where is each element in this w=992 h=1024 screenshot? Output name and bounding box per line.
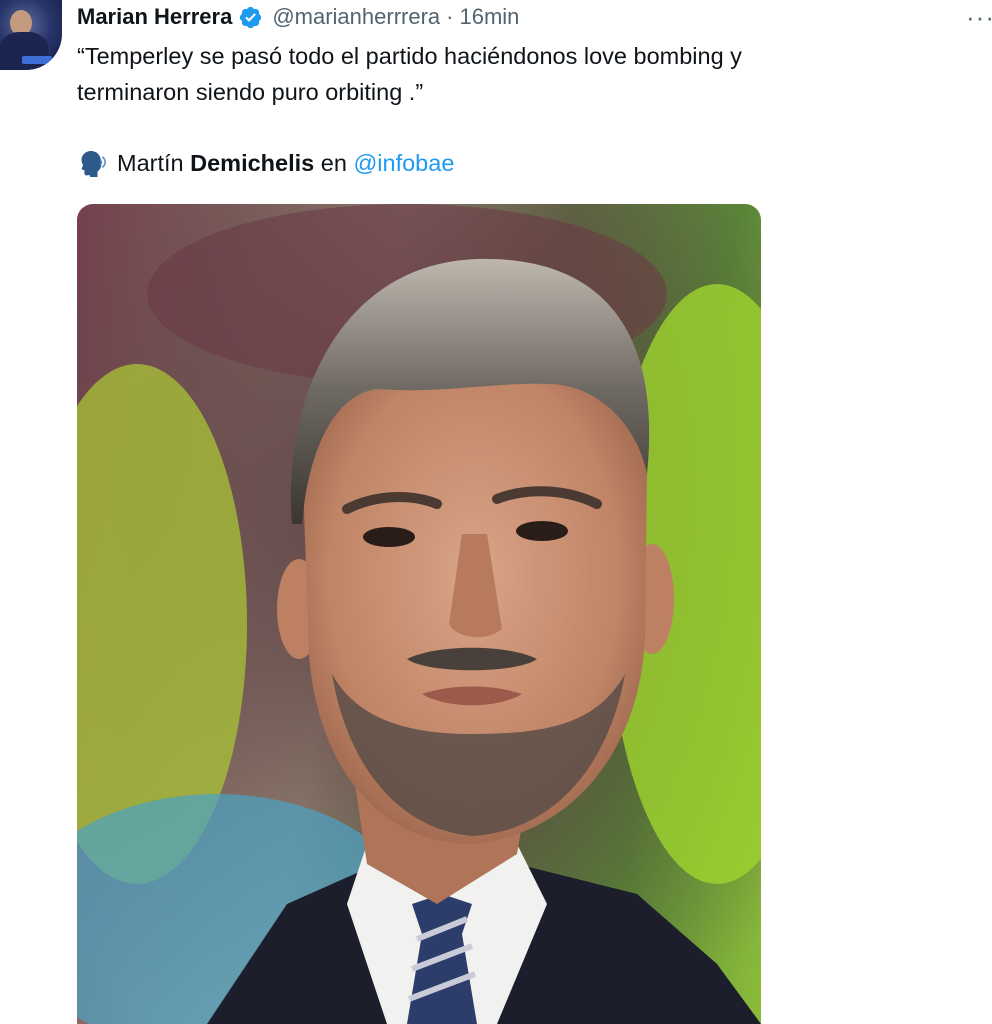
avatar-banner bbox=[22, 56, 52, 64]
author-name[interactable]: Marian Herrera bbox=[77, 4, 232, 30]
more-options-icon[interactable]: ··· bbox=[966, 2, 992, 32]
avatar-body bbox=[0, 32, 48, 70]
attribution-last-name: Demichelis bbox=[190, 149, 315, 176]
portrait-photo bbox=[77, 204, 761, 1024]
tweet-media-photo[interactable] bbox=[77, 204, 761, 1024]
quote-attribution: Martín Demichelis en @infobae bbox=[77, 145, 454, 181]
attribution-first-name: Martín bbox=[117, 149, 184, 176]
tweet-text: “Temperley se pasó todo el partido hacié… bbox=[77, 38, 937, 110]
tweet-timestamp[interactable]: 16min bbox=[459, 4, 519, 30]
speaking-head-icon bbox=[77, 148, 107, 178]
tweet-text-line: “Temperley se pasó todo el partido hacié… bbox=[77, 43, 742, 69]
author-handle[interactable]: @marianherrrera bbox=[272, 4, 440, 30]
author-avatar[interactable] bbox=[0, 0, 62, 70]
tweet-header: Marian Herrera @marianherrrera · 16min bbox=[77, 2, 519, 32]
mention-link[interactable]: @infobae bbox=[353, 150, 454, 177]
separator-dot: · bbox=[446, 4, 454, 29]
tweet-text-line: terminaron siendo puro orbiting .” bbox=[77, 79, 424, 105]
verified-badge-icon bbox=[238, 5, 263, 30]
attribution-connector: en bbox=[320, 149, 347, 176]
